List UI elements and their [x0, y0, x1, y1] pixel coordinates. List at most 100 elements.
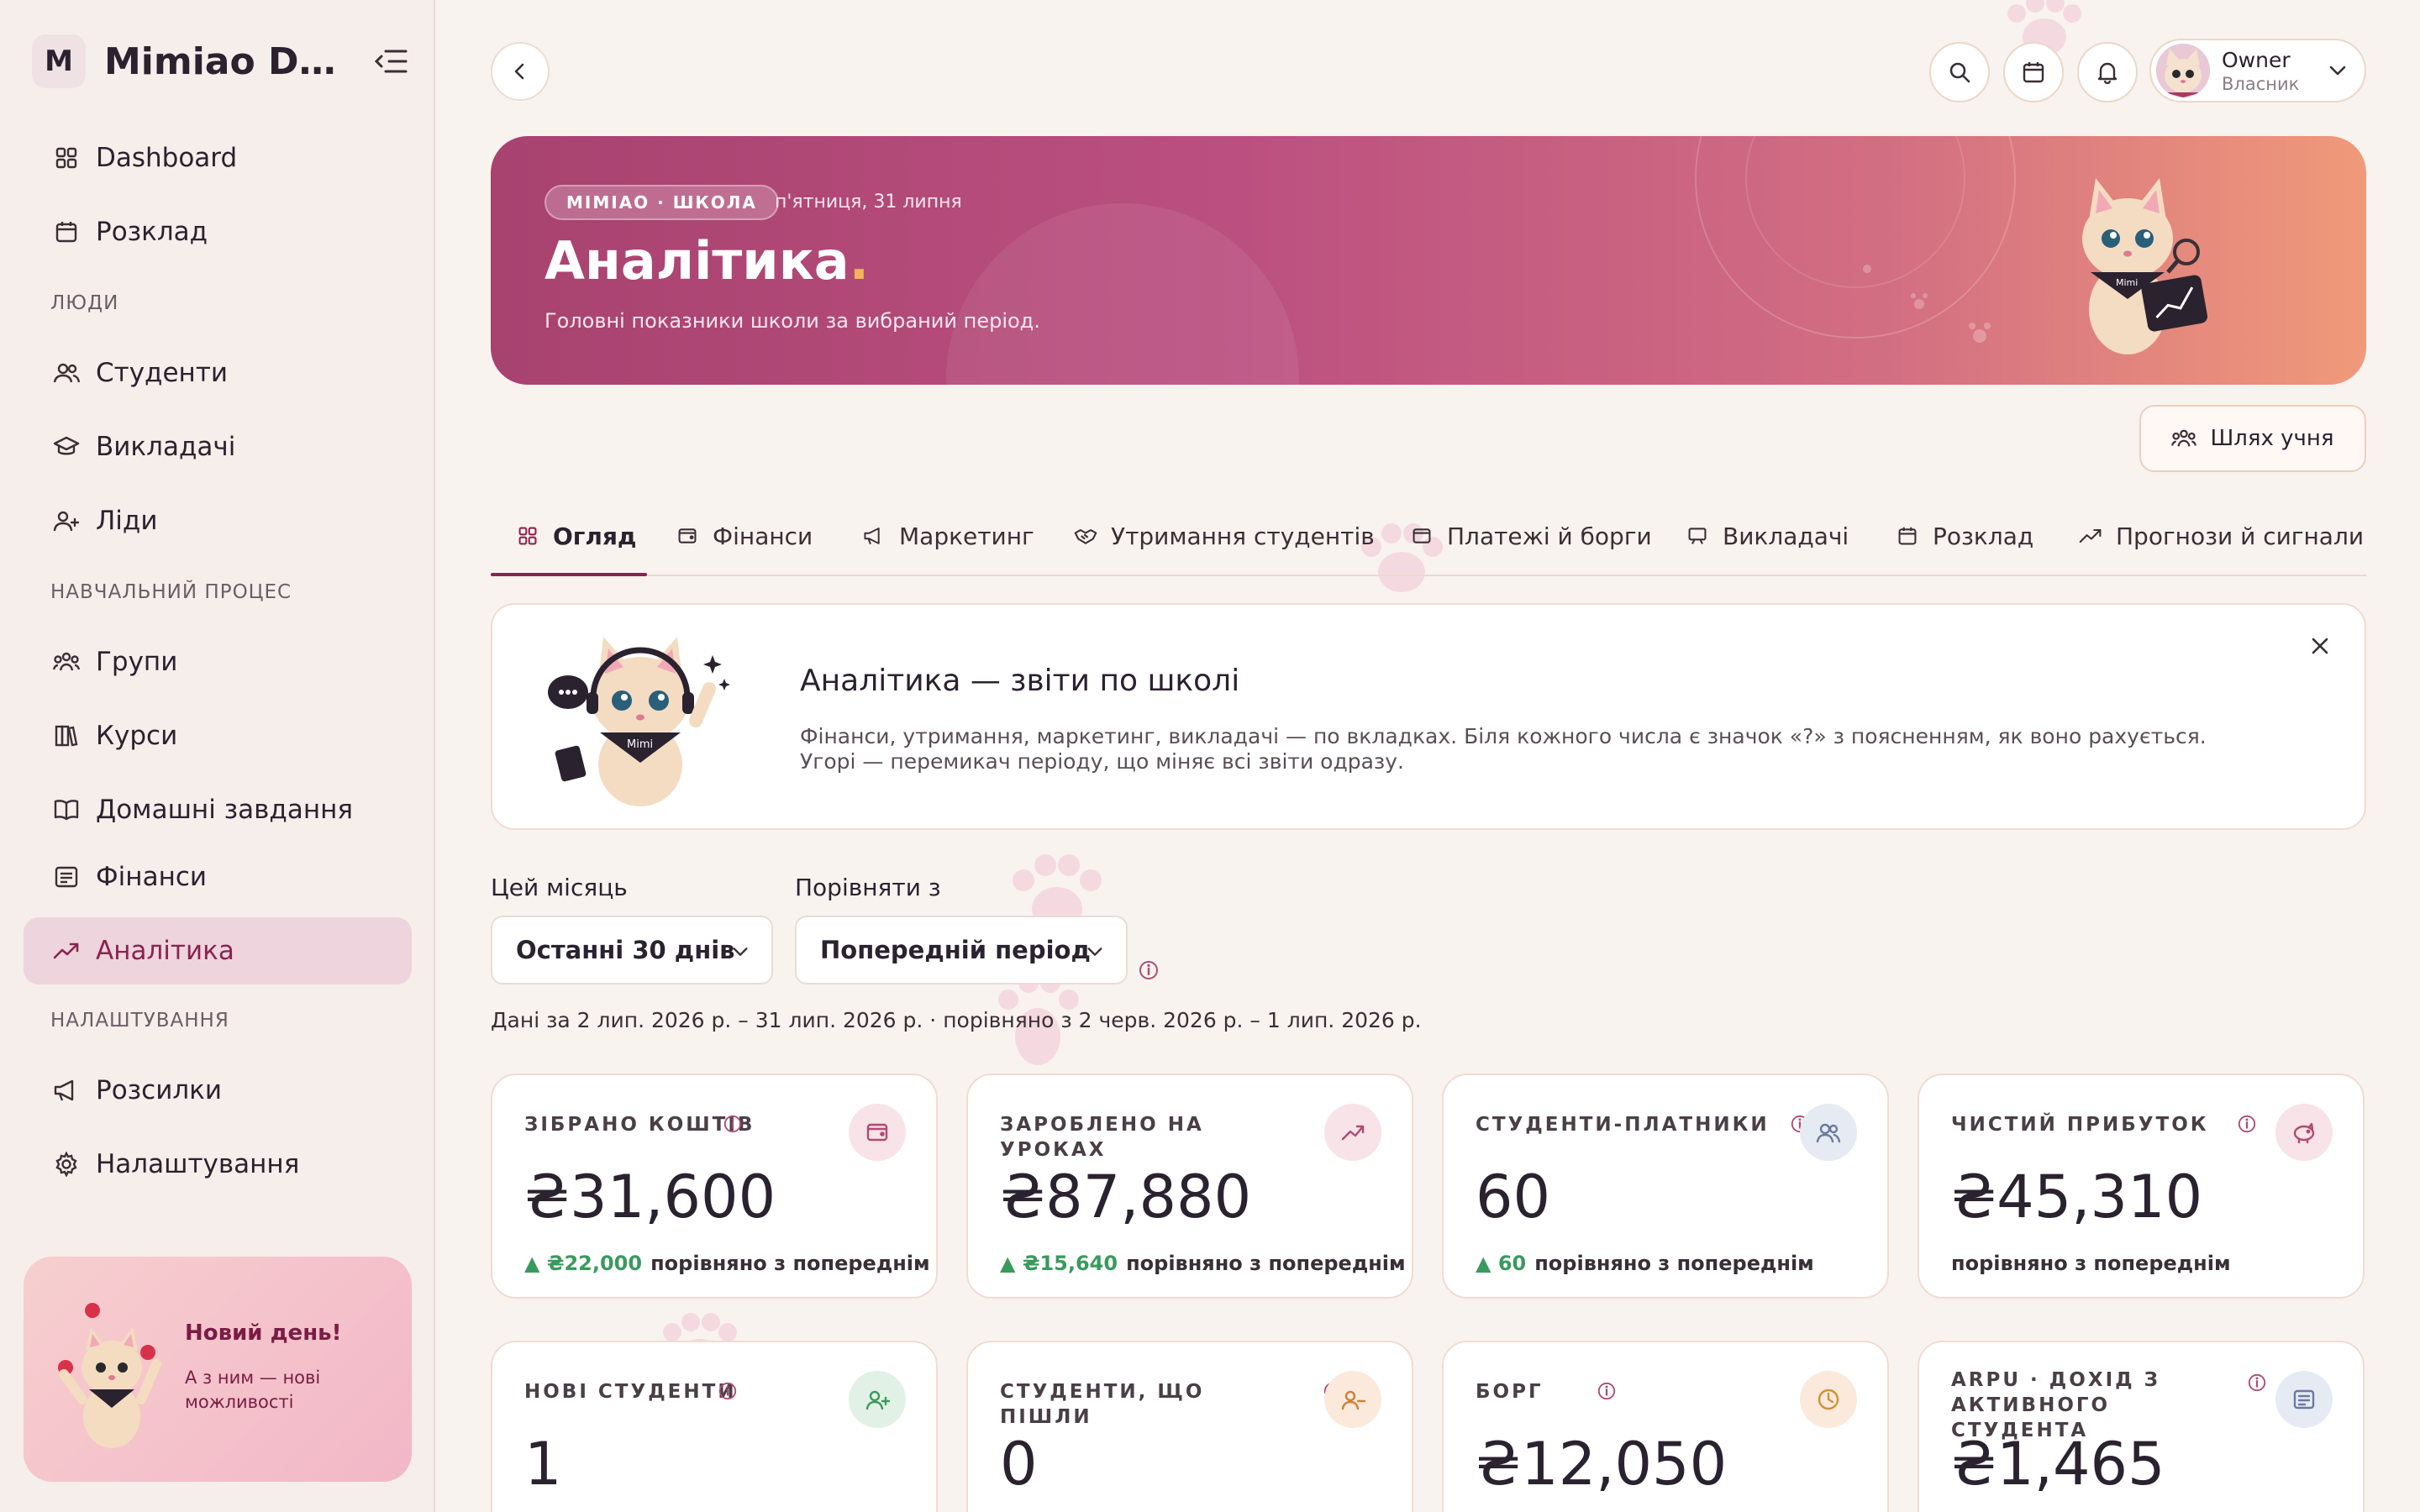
kpi-delta: ▲ 60 порівняно з попереднім	[1476, 1252, 1814, 1275]
active-tab-indicator	[491, 573, 647, 576]
users-icon	[1816, 1123, 1841, 1143]
tab-payments[interactable]: Платежі й борги	[1410, 496, 1652, 576]
user-role: Власник	[2222, 73, 2300, 94]
sidebar-item-label: Ліди	[96, 506, 158, 536]
kpi-value: 60	[1476, 1163, 1551, 1231]
back-button[interactable]	[491, 42, 550, 101]
period-select[interactable]: Останні 30 днів	[491, 916, 773, 984]
chevron-down-icon	[733, 948, 748, 956]
cat-avatar-icon	[2156, 44, 2210, 97]
kpi-compare-text: порівняно з попереднім	[1951, 1252, 2231, 1275]
calendar-button[interactable]	[2003, 42, 2064, 102]
user-menu[interactable]: Owner Власник	[2149, 39, 2366, 102]
sidebar-item-analytics[interactable]: Аналітика	[24, 917, 412, 984]
kpi-delta: порівняно з попереднім	[1951, 1252, 2231, 1275]
tab-marketing[interactable]: Маркетинг	[862, 496, 1034, 576]
kpi-delta: ▲ ₴15,640 порівняно з попереднім	[1000, 1252, 1406, 1275]
kpi-label: НОВІ СТУДЕНТИ	[524, 1381, 737, 1403]
tab-overview[interactable]: Огляд	[516, 496, 637, 576]
info-icon[interactable]	[1597, 1381, 1617, 1401]
megaphone-icon	[52, 1076, 81, 1105]
kpi-icon-badge	[2275, 1371, 2333, 1428]
grid-icon	[52, 144, 81, 172]
kpi-value: 1	[524, 1430, 562, 1499]
kpi-compare-text: порівняно з попереднім	[1534, 1252, 1814, 1275]
student-path-button[interactable]: Шлях учня	[2139, 405, 2366, 472]
tab-label: Огляд	[553, 522, 637, 550]
kpi-icon-badge	[1800, 1371, 1857, 1428]
sidebar-item-finance[interactable]: Фінанси	[24, 843, 412, 911]
wallet-icon	[866, 1123, 888, 1142]
collapse-sidebar-button[interactable]	[371, 42, 410, 81]
info-icon[interactable]	[718, 1381, 738, 1401]
tab-label: Утримання студентів	[1111, 522, 1375, 550]
kpi-icon-badge	[849, 1104, 906, 1161]
kpi-icon-badge	[1324, 1371, 1381, 1428]
kpi-card: СТУДЕНТИ, ЩО ПІШЛИ 0	[966, 1341, 1413, 1512]
kpi-value: ₴1,465	[1951, 1430, 2165, 1499]
info-icon[interactable]	[2247, 1373, 2267, 1393]
kpi-label: СТУДЕНТИ, ЩО ПІШЛИ	[1000, 1381, 1205, 1428]
calendar-icon	[52, 218, 81, 246]
receipt-icon	[52, 863, 81, 891]
chevron-left-icon	[514, 63, 524, 80]
analytics-tabs: Огляд Фінанси Маркетинг Утримання студен…	[491, 496, 2366, 576]
compare-select[interactable]: Попередній період	[795, 916, 1128, 984]
tab-finance[interactable]: Фінанси	[676, 496, 813, 576]
kpi-icon-badge	[1800, 1104, 1857, 1161]
page-title: Аналітика.	[544, 230, 870, 291]
kpi-compare-text: порівняно з попереднім	[650, 1252, 930, 1275]
sidebar-item-students[interactable]: Студенти	[24, 339, 412, 407]
sidebar-item-label: Розсилки	[96, 1075, 223, 1105]
kpi-card: ЧИСТИЙ ПРИБУТОК ₴45,310 порівняно з попере…	[1918, 1074, 2365, 1299]
sidebar-item-label: Групи	[96, 647, 178, 677]
kpi-value: ₴45,310	[1951, 1163, 2203, 1231]
group-icon	[2171, 429, 2197, 447]
kpi-delta: ▲ ₴22,000 порівняно з попереднім	[524, 1252, 930, 1275]
trend-up-icon	[2079, 524, 2102, 548]
tab-forecasts[interactable]: Прогнози й сигнали	[2079, 496, 2364, 576]
sidebar-item-mailings[interactable]: Розсилки	[24, 1057, 412, 1124]
sidebar-item-teachers[interactable]: Викладачі	[24, 413, 412, 480]
hero-banner: MIMIAO · ШКОЛА п'ятниця, 31 липня Аналіт…	[491, 136, 2366, 385]
sidebar-item-courses[interactable]: Курси	[24, 702, 412, 769]
kpi-value: 0	[1000, 1430, 1038, 1499]
wallet-icon	[1410, 524, 1434, 548]
info-icon[interactable]	[1138, 959, 1160, 981]
kpi-label: БОРГ	[1476, 1381, 1544, 1403]
tab-schedule[interactable]: Розклад	[1896, 496, 2033, 576]
search-icon	[1949, 62, 1970, 83]
collapse-menu-icon	[374, 50, 408, 73]
kpi-label: ЗІБРАНО КОШТІВ	[524, 1114, 755, 1136]
sidebar: M Mimiao De... Dashboard Розклад ЛЮДИ Ст…	[0, 0, 435, 1512]
chevron-down-icon	[1087, 948, 1102, 956]
kpi-icon-badge	[2275, 1104, 2333, 1161]
sidebar-item-leads[interactable]: Ліди	[24, 487, 412, 554]
sidebar-section-people: ЛЮДИ	[50, 292, 119, 314]
sidebar-item-dashboard[interactable]: Dashboard	[24, 124, 412, 192]
sidebar-item-settings[interactable]: Налаштування	[24, 1131, 412, 1198]
sidebar-item-groups[interactable]: Групи	[24, 628, 412, 696]
close-button[interactable]	[2302, 628, 2338, 664]
presentation-icon	[1686, 524, 1709, 548]
info-icon[interactable]	[723, 1114, 743, 1134]
tab-teachers[interactable]: Викладачі	[1686, 496, 1849, 576]
user-minus-icon	[1341, 1390, 1366, 1410]
juggling-cat-illustration	[58, 1303, 161, 1448]
sidebar-item-label: Студенти	[96, 358, 229, 388]
info-icon[interactable]	[2237, 1114, 2257, 1134]
kpi-delta-value: ▲ ₴22,000	[524, 1252, 643, 1275]
sidebar-item-label: Розклад	[96, 217, 208, 247]
sidebar-item-label: Курси	[96, 721, 178, 751]
sidebar-item-label: Аналітика	[96, 936, 234, 966]
kpi-label: ЗАРОБЛЕНО НА УРОКАХ	[1000, 1114, 1204, 1161]
sidebar-item-homework[interactable]: Домашні завдання	[24, 776, 412, 843]
open-book-icon	[52, 795, 81, 824]
sidebar-item-schedule[interactable]: Розклад	[24, 198, 412, 265]
brand: M Mimiao De...	[32, 34, 410, 89]
info-card-title: Аналітика — звіти по школі	[800, 664, 1240, 698]
info-card-text: Фінанси, утримання, маркетинг, викладачі…	[800, 724, 2207, 774]
tab-retention[interactable]: Утримання студентів	[1074, 496, 1375, 576]
notifications-button[interactable]	[2077, 42, 2138, 102]
search-button[interactable]	[1929, 42, 1990, 102]
